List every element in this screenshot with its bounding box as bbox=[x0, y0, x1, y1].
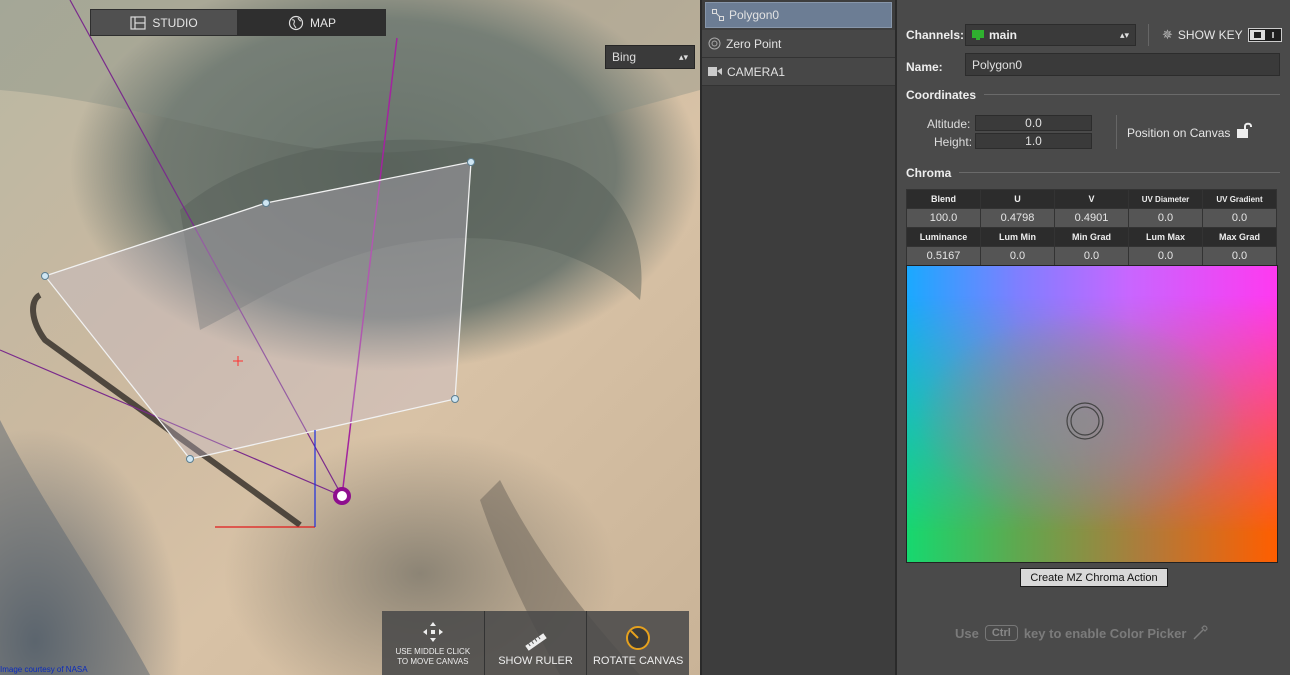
show-ruler-button[interactable]: SHOW RULER bbox=[485, 611, 588, 675]
chroma-target-marker[interactable] bbox=[907, 266, 1278, 563]
hint-rest: key to enable Color Picker bbox=[1023, 625, 1187, 641]
tab-studio-label: STUDIO bbox=[152, 15, 198, 30]
unlock-icon[interactable] bbox=[1235, 121, 1253, 139]
move-arrows-icon bbox=[422, 622, 443, 642]
chroma-value-cell[interactable]: 0.4798 bbox=[980, 208, 1055, 228]
chroma-value-cell[interactable]: 0.4901 bbox=[1054, 208, 1129, 228]
divider bbox=[1148, 24, 1149, 46]
polygon-vertex[interactable] bbox=[41, 272, 49, 280]
channels-label: Channels: bbox=[906, 28, 965, 42]
chroma-header: Blend bbox=[906, 189, 981, 209]
move-canvas-tool[interactable]: USE MIDDLE CLICK TO MOVE CANVAS bbox=[382, 611, 485, 675]
rotate-canvas-button[interactable]: ROTATE CANVAS bbox=[587, 611, 689, 675]
chroma-value-cell[interactable]: 0.0 bbox=[1202, 246, 1277, 266]
name-field[interactable]: Polygon0 bbox=[965, 53, 1280, 76]
toggle-switch-icon bbox=[1247, 28, 1282, 42]
map-overlay bbox=[0, 0, 700, 675]
chroma-value-cell[interactable]: 0.0 bbox=[1128, 246, 1203, 266]
outliner-item-polygon0[interactable]: Polygon0 bbox=[705, 2, 892, 28]
camera-icon bbox=[708, 67, 722, 76]
chroma-value-cell[interactable]: 0.0 bbox=[980, 246, 1055, 266]
chroma-value-cell[interactable]: 100.0 bbox=[906, 208, 981, 228]
chroma-value-cell[interactable]: 0.5167 bbox=[906, 246, 981, 266]
move-canvas-line2: TO MOVE CANVAS bbox=[397, 657, 469, 666]
map-canvas[interactable]: STUDIO MAP Bing ▴▾ Image courtesy of NAS… bbox=[0, 0, 700, 675]
outliner-item-zero-point[interactable]: Zero Point bbox=[702, 30, 895, 58]
color-picker-hint: Use Ctrl key to enable Color Picker bbox=[955, 625, 1208, 641]
map-credit: Image courtesy of NASA bbox=[0, 665, 88, 674]
tab-map-label: MAP bbox=[309, 15, 336, 30]
channel-select[interactable]: main ▴▾ bbox=[965, 24, 1136, 46]
polygon-icon bbox=[712, 9, 724, 21]
hint-use: Use bbox=[955, 625, 979, 641]
mode-tabs: STUDIO MAP bbox=[90, 9, 386, 36]
divider bbox=[1116, 115, 1117, 149]
monitor-icon bbox=[972, 29, 984, 40]
chroma-header: Min Grad bbox=[1054, 227, 1129, 247]
polygon-vertex[interactable] bbox=[262, 199, 270, 207]
section-rule bbox=[959, 172, 1280, 173]
show-key-toggle[interactable]: ✵ SHOW KEY bbox=[1162, 27, 1282, 43]
ctrl-keycap: Ctrl bbox=[984, 625, 1018, 641]
scene-outliner: Polygon0 Zero Point CAMERA1 bbox=[700, 0, 897, 675]
outliner-item-label: Polygon0 bbox=[729, 8, 780, 22]
chroma-value-cell[interactable]: 0.0 bbox=[1202, 208, 1277, 228]
polygon-vertex[interactable] bbox=[467, 158, 475, 166]
chroma-header: V bbox=[1054, 189, 1129, 209]
chroma-header: U bbox=[980, 189, 1055, 209]
select-arrows-icon: ▴▾ bbox=[678, 51, 688, 62]
eyedropper-icon bbox=[1193, 625, 1208, 640]
map-provider-select[interactable]: Bing ▴▾ bbox=[605, 45, 695, 69]
polygon-vertex[interactable] bbox=[451, 395, 459, 403]
properties-panel: Channels: main ▴▾ ✵ SHOW KEY Name: Polyg… bbox=[897, 0, 1290, 675]
height-label: Height: bbox=[934, 135, 973, 149]
chroma-value-cell[interactable]: 0.0 bbox=[1054, 246, 1129, 266]
chroma-value-cell[interactable]: 0.0 bbox=[1128, 208, 1203, 228]
polygon-vertex[interactable] bbox=[186, 455, 194, 463]
coordinates-heading: Coordinates bbox=[906, 88, 977, 102]
altitude-field[interactable]: 0.0 bbox=[975, 115, 1092, 131]
name-label: Name: bbox=[906, 60, 943, 74]
outliner-item-camera1[interactable]: CAMERA1 bbox=[702, 58, 895, 86]
outliner-item-label: CAMERA1 bbox=[727, 64, 786, 79]
position-on-canvas-label: Position on Canvas bbox=[1127, 126, 1231, 140]
rotate-canvas-label: ROTATE CANVAS bbox=[592, 655, 684, 667]
chroma-color-picker[interactable] bbox=[906, 265, 1278, 563]
chroma-header: UV Diameter bbox=[1128, 189, 1203, 209]
chroma-table: Blend U V UV Diameter UV Gradient 100.0 … bbox=[906, 189, 1277, 266]
studio-icon bbox=[130, 15, 146, 30]
ruler-icon bbox=[524, 633, 547, 651]
sparkle-icon: ✵ bbox=[1162, 27, 1173, 42]
altitude-label: Altitude: bbox=[927, 117, 971, 131]
create-mz-chroma-action-button[interactable]: Create MZ Chroma Action bbox=[1020, 568, 1168, 587]
map-tools-panel: USE MIDDLE CLICK TO MOVE CANVAS SHOW RUL… bbox=[382, 611, 689, 675]
chroma-header: Lum Min bbox=[980, 227, 1055, 247]
tab-map[interactable]: MAP bbox=[238, 9, 386, 36]
move-canvas-line1: USE MIDDLE CLICK bbox=[395, 647, 471, 656]
terrain-water bbox=[0, 420, 150, 675]
camera-marker[interactable] bbox=[333, 487, 351, 505]
height-field[interactable]: 1.0 bbox=[975, 133, 1092, 149]
chroma-header: UV Gradient bbox=[1202, 189, 1277, 209]
section-rule bbox=[984, 94, 1280, 95]
zero-point-icon bbox=[708, 37, 721, 50]
channel-value: main bbox=[989, 28, 1018, 42]
tab-studio[interactable]: STUDIO bbox=[90, 9, 238, 36]
select-arrows-icon: ▴▾ bbox=[1119, 29, 1129, 40]
show-ruler-label: SHOW RULER bbox=[498, 655, 573, 667]
chroma-header: Luminance bbox=[906, 227, 981, 247]
globe-icon bbox=[288, 15, 304, 30]
show-key-label: SHOW KEY bbox=[1177, 28, 1243, 42]
polygon-shape[interactable] bbox=[43, 161, 472, 460]
chroma-heading: Chroma bbox=[906, 166, 952, 180]
rotate-dial-icon bbox=[626, 626, 651, 650]
chroma-header: Max Grad bbox=[1202, 227, 1277, 247]
map-provider-value: Bing bbox=[612, 50, 637, 64]
outliner-item-label: Zero Point bbox=[726, 36, 782, 51]
chroma-header: Lum Max bbox=[1128, 227, 1203, 247]
